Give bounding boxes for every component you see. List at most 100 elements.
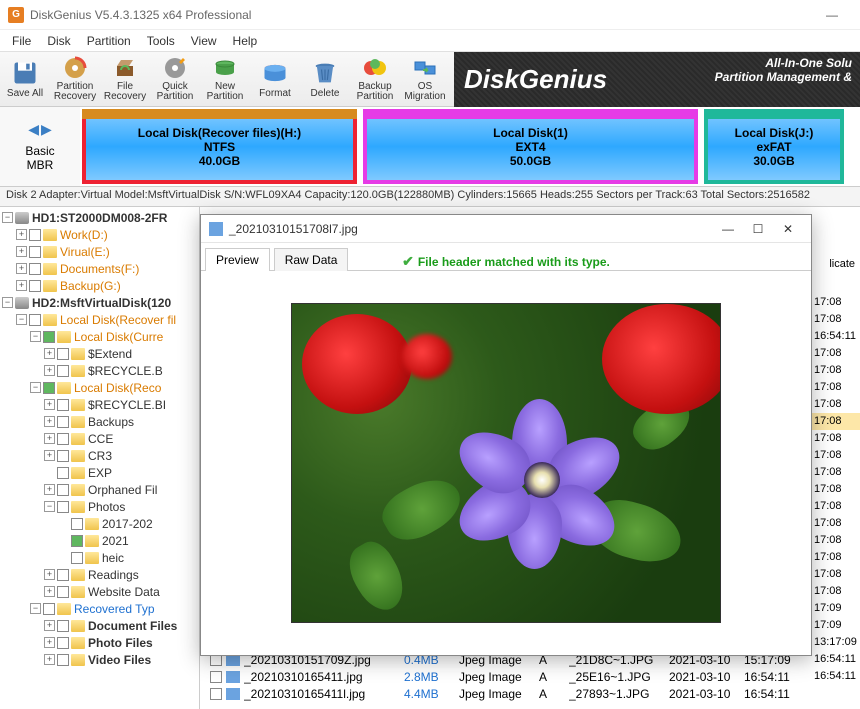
tree-node[interactable]: −HD1:ST2000DM008-2FR xyxy=(2,209,197,226)
menu-file[interactable]: File xyxy=(4,32,39,50)
tree-node[interactable]: −Local Disk(Reco xyxy=(2,379,197,396)
checkbox[interactable] xyxy=(29,314,41,326)
save-all-button[interactable]: Save All xyxy=(0,54,50,104)
checkbox[interactable] xyxy=(57,654,69,666)
preview-titlebar[interactable]: _20210310151708l7.jpg — ☐ ✕ xyxy=(201,215,811,243)
checkbox[interactable] xyxy=(57,637,69,649)
tab-preview[interactable]: Preview xyxy=(205,248,270,271)
checkbox[interactable] xyxy=(57,569,69,581)
file-row[interactable]: _20210310165411l.jpg4.4MBJpeg ImageA_278… xyxy=(200,685,860,702)
checkbox[interactable] xyxy=(71,552,83,564)
checkbox[interactable] xyxy=(43,603,55,615)
checkbox[interactable] xyxy=(57,416,69,428)
expand-icon[interactable]: + xyxy=(16,229,27,240)
tree-node[interactable]: heic xyxy=(2,549,197,566)
checkbox[interactable] xyxy=(210,688,222,700)
tree-node[interactable]: +Virual(E:) xyxy=(2,243,197,260)
tree-node[interactable]: +Website Data xyxy=(2,583,197,600)
checkbox[interactable] xyxy=(43,331,55,343)
menu-partition[interactable]: Partition xyxy=(79,32,139,50)
tree-node[interactable]: 2021 xyxy=(2,532,197,549)
format-button[interactable]: Format xyxy=(250,54,300,104)
expand-icon[interactable]: − xyxy=(16,314,27,325)
checkbox[interactable] xyxy=(57,586,69,598)
preview-close-button[interactable]: ✕ xyxy=(773,222,803,236)
expand-icon[interactable]: + xyxy=(44,620,55,631)
checkbox[interactable] xyxy=(57,501,69,513)
minimize-button[interactable]: — xyxy=(812,1,852,29)
tree-node[interactable]: −Local Disk(Curre xyxy=(2,328,197,345)
checkbox[interactable] xyxy=(71,518,83,530)
checkbox[interactable] xyxy=(29,263,41,275)
tree-node[interactable]: 2017-202 xyxy=(2,515,197,532)
tree-node[interactable]: +$RECYCLE.BI xyxy=(2,396,197,413)
tree-node[interactable]: +Document Files xyxy=(2,617,197,634)
os-migration-button[interactable]: OS Migration xyxy=(400,54,450,104)
checkbox[interactable] xyxy=(29,280,41,292)
expand-icon[interactable]: − xyxy=(30,603,41,614)
tree-node[interactable]: −Recovered Typ xyxy=(2,600,197,617)
checkbox[interactable] xyxy=(57,467,69,479)
checkbox[interactable] xyxy=(29,246,41,258)
expand-icon[interactable]: + xyxy=(44,433,55,444)
expand-icon[interactable]: + xyxy=(16,263,27,274)
expand-icon[interactable]: − xyxy=(30,382,41,393)
expand-icon[interactable]: − xyxy=(2,297,13,308)
checkbox[interactable] xyxy=(57,484,69,496)
partition-recovery-button[interactable]: Partition Recovery xyxy=(50,54,100,104)
expand-icon[interactable]: + xyxy=(44,365,55,376)
tree-node[interactable]: +Backup(G:) xyxy=(2,277,197,294)
checkbox[interactable] xyxy=(57,620,69,632)
expand-icon[interactable]: + xyxy=(44,586,55,597)
expand-icon[interactable]: + xyxy=(44,348,55,359)
tree-node[interactable]: +CR3 xyxy=(2,447,197,464)
tree-node[interactable]: −Local Disk(Recover fil xyxy=(2,311,197,328)
preview-minimize-button[interactable]: — xyxy=(713,222,743,236)
expand-icon[interactable]: − xyxy=(30,331,41,342)
expand-icon[interactable]: + xyxy=(44,569,55,580)
menu-disk[interactable]: Disk xyxy=(39,32,78,50)
new-partition-button[interactable]: New Partition xyxy=(200,54,250,104)
directory-tree[interactable]: −HD1:ST2000DM008-2FR+Work(D:)+Virual(E:)… xyxy=(0,207,200,709)
menu-tools[interactable]: Tools xyxy=(139,32,183,50)
expand-icon[interactable]: + xyxy=(44,654,55,665)
menu-help[interactable]: Help xyxy=(225,32,266,50)
tab-raw-data[interactable]: Raw Data xyxy=(274,248,349,271)
quick-partition-button[interactable]: Quick Partition xyxy=(150,54,200,104)
tree-node[interactable]: +$Extend xyxy=(2,345,197,362)
expand-icon[interactable]: + xyxy=(44,399,55,410)
partition-block[interactable]: Local Disk(Recover files)(H:)NTFS40.0GB xyxy=(82,109,357,184)
checkbox[interactable] xyxy=(210,671,222,683)
checkbox[interactable] xyxy=(57,399,69,411)
menu-view[interactable]: View xyxy=(183,32,225,50)
file-recovery-button[interactable]: File Recovery xyxy=(100,54,150,104)
backup-partition-button[interactable]: Backup Partition xyxy=(350,54,400,104)
tree-node[interactable]: +Orphaned Fil xyxy=(2,481,197,498)
expand-icon[interactable]: + xyxy=(44,416,55,427)
checkbox[interactable] xyxy=(57,433,69,445)
expand-icon[interactable]: − xyxy=(44,501,55,512)
next-disk-button[interactable]: ▶ xyxy=(41,121,52,138)
tree-node[interactable]: +Documents(F:) xyxy=(2,260,197,277)
tree-node[interactable]: +Photo Files xyxy=(2,634,197,651)
checkbox[interactable] xyxy=(57,348,69,360)
tree-node[interactable]: +Backups xyxy=(2,413,197,430)
checkbox[interactable] xyxy=(43,382,55,394)
tree-node[interactable]: −Photos xyxy=(2,498,197,515)
tree-node[interactable]: +Video Files xyxy=(2,651,197,668)
expand-icon[interactable]: − xyxy=(2,212,13,223)
file-row[interactable]: _20210310165411.jpg2.8MBJpeg ImageA_25E1… xyxy=(200,668,860,685)
delete-button[interactable]: Delete xyxy=(300,54,350,104)
tree-node[interactable]: −HD2:MsftVirtualDisk(120 xyxy=(2,294,197,311)
tree-node[interactable]: +Readings xyxy=(2,566,197,583)
expand-icon[interactable]: + xyxy=(44,484,55,495)
preview-maximize-button[interactable]: ☐ xyxy=(743,222,773,236)
expand-icon[interactable]: + xyxy=(44,637,55,648)
checkbox[interactable] xyxy=(57,450,69,462)
checkbox[interactable] xyxy=(71,535,83,547)
checkbox[interactable] xyxy=(57,365,69,377)
tree-node[interactable]: +Work(D:) xyxy=(2,226,197,243)
prev-disk-button[interactable]: ◀ xyxy=(28,121,39,138)
tree-node[interactable]: +$RECYCLE.B xyxy=(2,362,197,379)
expand-icon[interactable]: + xyxy=(16,280,27,291)
